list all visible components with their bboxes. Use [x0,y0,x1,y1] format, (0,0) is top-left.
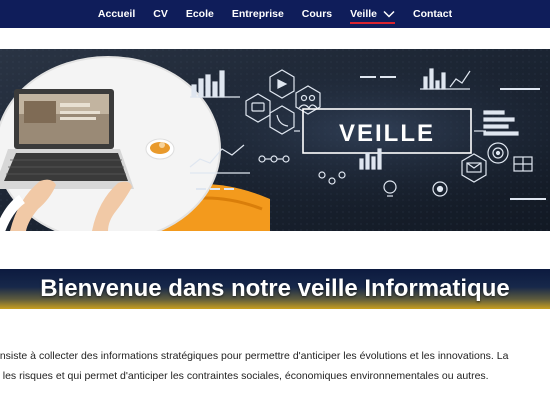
hero-headline: VEILLE [339,120,435,147]
welcome-banner: Bienvenue dans notre veille Informatique [0,269,550,309]
description-line-2: ir les risques et qui permet d'anticiper… [0,370,489,382]
description-line-1: onsiste à collecter des informations str… [0,350,509,362]
nav-item-veille-label: Veille [350,8,377,20]
nav-item-cours[interactable]: Cours [293,0,341,28]
nav-item-ecole[interactable]: Ecole [177,0,223,28]
hero-illustration: VEILLE [0,49,550,231]
description-text: onsiste à collecter des informations str… [0,346,550,386]
nav-item-accueil[interactable]: Accueil [89,0,144,28]
nav-menu: Accueil CV Ecole Entreprise Cours Veille… [0,0,550,28]
nav-item-cv[interactable]: CV [144,0,177,28]
nav-item-veille[interactable]: Veille [341,0,404,28]
top-navigation-bar: Accueil CV Ecole Entreprise Cours Veille… [0,0,550,28]
welcome-title: Bienvenue dans notre veille Informatique [40,275,510,302]
coffee-cup-icon [145,138,175,160]
nav-item-entreprise[interactable]: Entreprise [223,0,293,28]
hero-image: VEILLE [0,49,550,231]
nav-item-contact[interactable]: Contact [404,0,461,28]
laptop [0,89,134,189]
chevron-down-icon [383,11,395,18]
